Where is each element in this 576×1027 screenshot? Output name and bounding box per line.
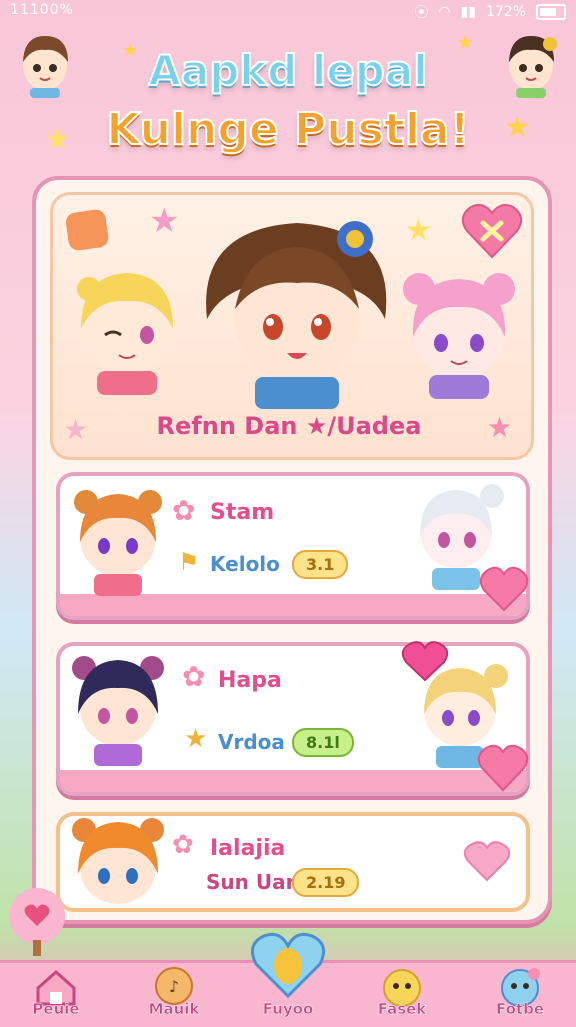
app-title-line2: Kulnge Pustla! (105, 103, 470, 156)
card-value-badge: 3.1 (292, 550, 349, 579)
card-avatar (72, 818, 164, 904)
flower-icon: ✿ (172, 830, 194, 860)
nav-label: Fuyoo (262, 1000, 314, 1019)
status-bar: 11100% ⦿ ◠ ▮▮ 172% (0, 0, 576, 24)
ticket-icon (65, 209, 109, 251)
featured-label: Refnn Dan ★/Uadea (156, 412, 422, 440)
status-right: ⦿ ◠ ▮▮ 172% (414, 2, 566, 22)
card-name: Hapa (218, 668, 282, 693)
card-subtitle: Sun Uar (206, 870, 296, 894)
nav-label: Fotbe (495, 1000, 545, 1019)
flower-icon: ✿ (172, 494, 196, 527)
card-name: Stam (210, 500, 275, 525)
app-title-line1: Aapkd lepal (147, 45, 428, 96)
card-subtitle: Vrdoa (218, 730, 285, 754)
heart-button[interactable] (476, 742, 530, 794)
favorite-button[interactable] (459, 199, 525, 263)
battery-percent: 172% (485, 4, 526, 20)
signal-icon: ▮▮ (460, 4, 476, 20)
card-value-badge: 8.1l (292, 728, 354, 757)
heart-gem-icon (250, 932, 326, 999)
cat-icon: ✿ (182, 660, 206, 693)
featured-character-right (403, 273, 515, 399)
heart-tree-icon (9, 888, 65, 956)
list-item[interactable]: ✿ Stam ⚑ Kelolo 3.1 (56, 472, 530, 620)
card-name: Ialajia (210, 836, 286, 861)
wifi-icon: ◠ (438, 4, 451, 20)
card-subtitle: Kelolo (210, 552, 280, 576)
list-item[interactable]: ✿ Hapa ★ Vrdoa 8.1l (56, 641, 530, 796)
nav-label: Peuie (32, 1000, 80, 1019)
card-avatar (74, 490, 162, 596)
star-icon: ★ (149, 201, 180, 241)
card-value-badge: 2.19 (292, 868, 360, 897)
featured-character-main (206, 221, 387, 409)
featured-character-left (77, 273, 173, 395)
flag-icon: ⚑ (178, 548, 200, 576)
location-icon: ⦿ (414, 5, 429, 21)
heart-button[interactable] (478, 564, 530, 614)
heart-button[interactable] (462, 838, 512, 884)
nav-label: Mauik (148, 1000, 200, 1019)
star-icon: ★ (405, 213, 432, 248)
status-left-text: 11100% (10, 2, 74, 18)
battery-icon (536, 4, 566, 20)
svg-text:♪: ♪ (169, 977, 179, 996)
card-avatar (72, 656, 164, 766)
nav-label: Fasek (377, 1000, 427, 1019)
list-item[interactable]: ✿ Ialajia Sun Uar 2.19 (56, 812, 530, 912)
nav-center[interactable] (248, 930, 328, 1004)
star-icon: ★ (184, 724, 208, 754)
